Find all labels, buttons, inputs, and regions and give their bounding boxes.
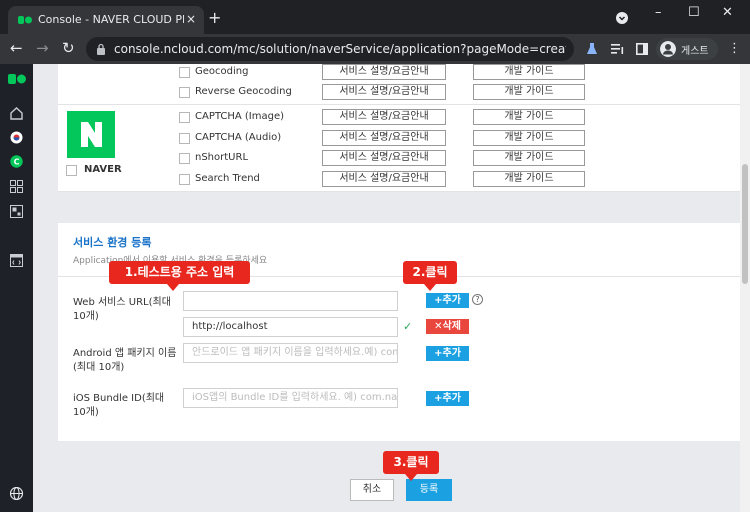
api-checkbox[interactable] (179, 133, 190, 144)
web-url-label: Web 서비스 URL(최대 10개) (73, 297, 171, 322)
check-icon: ✓ (403, 320, 413, 333)
globe-language-icon[interactable] (10, 487, 23, 500)
naver-group-label: NAVER (84, 164, 122, 175)
help-icon[interactable]: ? (472, 294, 483, 305)
browser-toolbar: ← → ↻ console.ncloud.com/mc/solution/nav… (0, 34, 750, 64)
service-info-button[interactable]: 서비스 설명/요금안내 (322, 109, 446, 125)
forward-arrow-icon[interactable]: → (36, 39, 49, 57)
tab-close-icon[interactable]: × (186, 12, 196, 26)
web-url-input[interactable] (183, 291, 398, 311)
api-name: Reverse Geocoding (195, 86, 292, 97)
window-close-button[interactable]: ✕ (722, 5, 733, 20)
url-text: console.ncloud.com/mc/solution/naverServ… (114, 42, 566, 56)
ios-bundle-label: iOS Bundle ID(최대 10개) (73, 393, 165, 418)
home-icon[interactable] (10, 107, 23, 120)
page-scrollbar[interactable] (740, 64, 750, 512)
dev-guide-button[interactable]: 개발 가이드 (473, 171, 585, 187)
services-grid-icon[interactable] (10, 180, 23, 193)
android-package-label: Android 앱 패키지 이름 (최대 10개) (73, 348, 177, 373)
extension-flask-icon[interactable] (586, 42, 598, 56)
ios-bundle-input[interactable]: iOS앱의 Bundle ID를 입력하세요. 예) com.nave (183, 388, 398, 408)
ncloud-logo-icon[interactable] (8, 74, 26, 84)
ios-add-button[interactable]: +추가 (426, 391, 469, 406)
api-group-divider (58, 104, 740, 105)
api-checkbox[interactable] (179, 153, 190, 164)
avatar-icon (660, 41, 676, 57)
api-checkbox[interactable] (179, 67, 190, 78)
naver-logo (67, 111, 115, 158)
browser-tab-bar: Console - NAVER CLOUD PLATF × + – ☐ ✕ (0, 0, 750, 34)
service-info-button[interactable]: 서비스 설명/요금안내 (322, 64, 446, 80)
step2-callout: 2.클릭 (403, 261, 457, 291)
android-add-button[interactable]: +추가 (426, 346, 469, 361)
browser-tab[interactable]: Console - NAVER CLOUD PLATF × (8, 6, 204, 34)
dev-guide-button[interactable]: 개발 가이드 (473, 130, 585, 146)
naver-group-checkbox[interactable] (66, 165, 77, 176)
step3-callout: 3.클릭 (383, 451, 439, 481)
api-checkbox[interactable] (179, 112, 190, 123)
api-code-icon[interactable] (10, 254, 23, 267)
api-checkbox[interactable] (179, 174, 190, 185)
window-maximize-button[interactable]: ☐ (688, 5, 700, 20)
dev-guide-button[interactable]: 개발 가이드 (473, 150, 585, 166)
dev-guide-button[interactable]: 개발 가이드 (473, 64, 585, 80)
profile-name: 게스트 (681, 46, 709, 57)
api-name: Geocoding (195, 66, 249, 77)
side-panel-icon[interactable] (636, 43, 648, 55)
api-group-divider (58, 191, 740, 192)
service-info-button[interactable]: 서비스 설명/요금안내 (322, 171, 446, 187)
dev-guide-button[interactable]: 개발 가이드 (473, 84, 585, 100)
tab-title: Console - NAVER CLOUD PLATF (38, 13, 184, 26)
svg-text:C: C (14, 158, 20, 167)
web-url-add-button[interactable]: +추가 (426, 293, 469, 308)
more-menu-icon[interactable]: ⋮ (728, 41, 741, 56)
service-env-title: 서비스 환경 등록 (73, 236, 152, 249)
address-bar[interactable]: console.ncloud.com/mc/solution/naverServ… (86, 37, 574, 61)
registered-web-url: http://localhost (183, 317, 398, 337)
console-sidebar: C (0, 64, 33, 512)
api-checkbox[interactable] (179, 87, 190, 98)
android-package-input[interactable]: 안드로이드 앱 패키지 이름을 입력하세요.예) com.nave (183, 343, 398, 363)
reload-icon[interactable]: ↻ (62, 39, 75, 57)
naver-n-logo-icon (81, 122, 102, 147)
cancel-button[interactable]: 취소 (350, 479, 394, 501)
dashboard-icon[interactable] (10, 205, 23, 218)
region-korea-icon[interactable] (10, 131, 23, 144)
api-name: CAPTCHA (Audio) (195, 132, 282, 143)
service-info-button[interactable]: 서비스 설명/요금안내 (322, 84, 446, 100)
classic-platform-icon[interactable]: C (10, 155, 23, 168)
window-minimize-button[interactable]: – (655, 5, 662, 20)
new-tab-button[interactable]: + (208, 8, 221, 27)
ncloud-favicon-icon (18, 16, 32, 24)
tab-search-icon[interactable] (616, 12, 628, 24)
api-name: CAPTCHA (Image) (195, 111, 285, 122)
web-url-delete-button[interactable]: ✕삭제 (426, 319, 469, 334)
lock-icon (97, 43, 105, 55)
service-info-button[interactable]: 서비스 설명/요금안내 (322, 150, 446, 166)
step1-callout: 1.테스트용 주소 입력 (109, 261, 250, 291)
service-info-button[interactable]: 서비스 설명/요금안내 (322, 130, 446, 146)
submit-button[interactable]: 등록 (406, 479, 452, 501)
api-name: nShortURL (195, 152, 249, 163)
profile-button[interactable]: 게스트 (656, 38, 718, 60)
api-name: Search Trend (195, 173, 260, 184)
scrollbar-thumb[interactable] (742, 164, 748, 284)
reading-list-icon[interactable] (611, 43, 624, 55)
dev-guide-button[interactable]: 개발 가이드 (473, 109, 585, 125)
back-arrow-icon[interactable]: ← (10, 39, 23, 57)
